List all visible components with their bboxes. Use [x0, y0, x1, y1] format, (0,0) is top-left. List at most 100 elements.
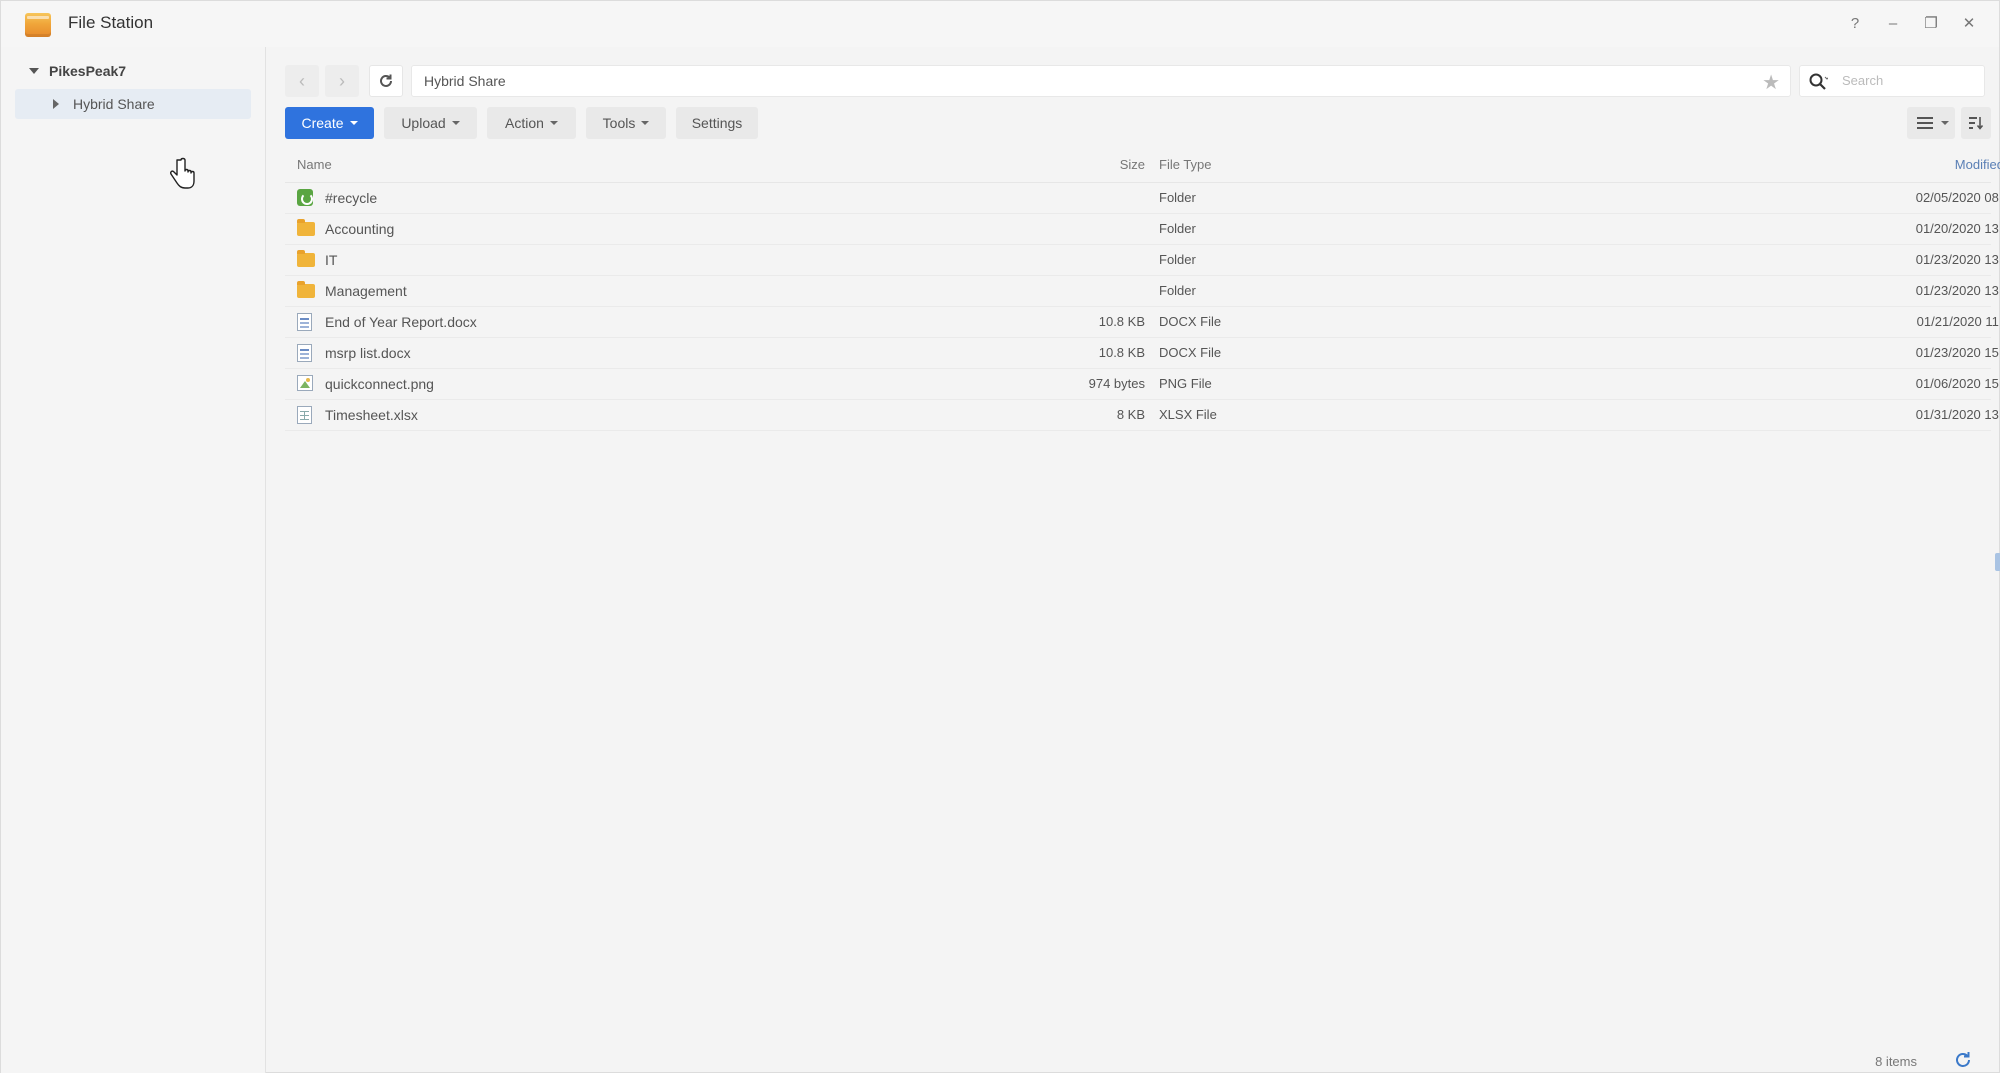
- sort-icon: [1969, 117, 1984, 130]
- file-modified: 01/23/2020 13:06:23: [1915, 283, 2000, 298]
- file-name: Timesheet.xlsx: [325, 407, 418, 423]
- chevron-left-icon: ‹: [299, 70, 305, 91]
- docx-icon: [297, 344, 315, 362]
- create-label: Create: [301, 115, 344, 131]
- file-modified: 01/31/2020 13:46:46: [1915, 407, 2000, 422]
- resize-handle[interactable]: [1995, 553, 2000, 571]
- table-row[interactable]: IT Folder 01/23/2020 13:06:15: [285, 245, 2000, 276]
- column-header-name[interactable]: Name: [297, 157, 332, 172]
- chevron-right-icon: ›: [339, 70, 345, 91]
- file-name: #recycle: [325, 190, 378, 206]
- file-type: Folder: [1159, 283, 1196, 298]
- navigation-bar: ‹ › Hybrid Share ★: [285, 65, 1985, 97]
- file-type: PNG File: [1159, 376, 1212, 391]
- action-button[interactable]: Action: [487, 107, 576, 139]
- sidebar-item-hybrid-share[interactable]: Hybrid Share: [15, 89, 251, 119]
- minimize-button[interactable]: –: [1881, 11, 1905, 35]
- toolbar: Create Upload Action Tools Settings: [285, 107, 1991, 139]
- path-bar[interactable]: Hybrid Share ★: [411, 65, 1791, 97]
- refresh-button[interactable]: [369, 65, 403, 97]
- column-header-modified[interactable]: Modified Date: [1835, 157, 2000, 172]
- forward-button[interactable]: ›: [325, 65, 359, 97]
- close-button[interactable]: ✕: [1957, 11, 1981, 35]
- create-button[interactable]: Create: [285, 107, 374, 139]
- file-size: 8 KB: [1116, 407, 1145, 422]
- sidebar-item-label: Hybrid Share: [73, 96, 155, 112]
- dropdown-caret-icon: [641, 121, 650, 125]
- table-row[interactable]: End of Year Report.docx 10.8 KB DOCX Fil…: [285, 307, 2000, 338]
- table-row[interactable]: Accounting Folder 01/20/2020 13:58:21: [285, 214, 2000, 245]
- main-panel: ‹ › Hybrid Share ★ Search Create Upload …: [267, 47, 2000, 1073]
- table-row[interactable]: Management Folder 01/23/2020 13:06:23: [285, 276, 2000, 307]
- file-name: Management: [325, 283, 407, 299]
- image-icon: [297, 375, 315, 393]
- sort-button[interactable]: [1961, 107, 1991, 139]
- view-mode-button[interactable]: [1907, 107, 1955, 139]
- tree-root-pikespeak7[interactable]: PikesPeak7: [29, 63, 126, 79]
- file-station-app-icon: [25, 13, 51, 37]
- column-header-type[interactable]: File Type: [1159, 157, 1212, 172]
- file-station-window: File Station ? – ❐ ✕ PikesPeak7 Hybrid S…: [0, 0, 2000, 1073]
- file-modified: 02/05/2020 08:20:43: [1915, 190, 2000, 205]
- docx-icon: [297, 313, 315, 331]
- tools-label: Tools: [602, 115, 636, 131]
- file-type: Folder: [1159, 252, 1196, 267]
- favorite-star-icon[interactable]: ★: [1762, 70, 1780, 95]
- refresh-icon: [380, 74, 392, 87]
- file-size: 974 bytes: [1088, 376, 1145, 391]
- spreadsheet-icon: [297, 406, 315, 424]
- file-type: Folder: [1159, 190, 1196, 205]
- upload-button[interactable]: Upload: [384, 107, 477, 139]
- column-header-size[interactable]: Size: [1065, 157, 1145, 172]
- sidebar: PikesPeak7 Hybrid Share: [1, 47, 266, 1073]
- search-input[interactable]: [1842, 73, 1977, 88]
- window-controls: ? – ❐ ✕: [1843, 11, 1981, 35]
- tools-button[interactable]: Tools: [586, 107, 666, 139]
- dropdown-caret-icon: [451, 121, 460, 125]
- file-type: Folder: [1159, 221, 1196, 236]
- recycle-icon: [297, 189, 315, 207]
- file-name: End of Year Report.docx: [325, 314, 477, 330]
- back-button[interactable]: ‹: [285, 65, 319, 97]
- hand-cursor-icon: [170, 157, 195, 189]
- upload-label: Upload: [401, 115, 446, 131]
- file-type: DOCX File: [1159, 314, 1222, 329]
- help-button[interactable]: ?: [1843, 11, 1867, 35]
- restore-button[interactable]: ❐: [1919, 11, 1943, 35]
- dropdown-caret-icon: [549, 121, 558, 125]
- file-name: msrp list.docx: [325, 345, 411, 361]
- caret-down-icon[interactable]: [29, 68, 39, 74]
- table-row[interactable]: #recycle Folder 02/05/2020 08:20:43: [285, 183, 2000, 214]
- file-name: Accounting: [325, 221, 395, 237]
- action-label: Action: [505, 115, 544, 131]
- file-modified: 01/21/2020 11:43:45: [1916, 314, 2000, 329]
- search-box[interactable]: [1799, 65, 1985, 97]
- tree-root-label: PikesPeak7: [49, 63, 127, 79]
- file-size: 10.8 KB: [1098, 345, 1145, 360]
- folder-icon: [297, 281, 315, 300]
- file-name: IT: [325, 252, 338, 268]
- search-icon[interactable]: [1808, 72, 1828, 92]
- dropdown-caret-icon: [349, 121, 358, 125]
- table-header: Name Size File Type Modified Date ⋮: [285, 147, 2000, 183]
- table-row[interactable]: Timesheet.xlsx 8 KB XLSX File 01/31/2020…: [285, 400, 2000, 431]
- file-type: DOCX File: [1159, 345, 1222, 360]
- refresh-icon[interactable]: [1953, 1050, 1973, 1070]
- file-modified: 01/23/2020 15:03:57: [1915, 345, 2000, 360]
- file-name: quickconnect.png: [325, 376, 434, 392]
- folder-icon: [297, 250, 315, 269]
- file-table: Name Size File Type Modified Date ⋮ #rec…: [285, 147, 2000, 431]
- file-modified: 01/20/2020 13:58:21: [1915, 221, 2000, 236]
- item-count: 8 items: [1875, 1054, 1917, 1069]
- file-modified: 01/06/2020 15:16:01: [1915, 376, 2000, 391]
- folder-icon: [297, 219, 315, 238]
- table-row[interactable]: msrp list.docx 10.8 KB DOCX File 01/23/2…: [285, 338, 2000, 369]
- title-bar: File Station ? – ❐ ✕: [1, 1, 1999, 47]
- table-row[interactable]: quickconnect.png 974 bytes PNG File 01/0…: [285, 369, 2000, 400]
- status-footer: 8 items: [267, 1048, 2000, 1073]
- dropdown-caret-icon: [1941, 121, 1949, 125]
- settings-button[interactable]: Settings: [676, 107, 758, 139]
- caret-right-icon[interactable]: [53, 99, 59, 109]
- window-title: File Station: [68, 13, 154, 32]
- settings-label: Settings: [691, 115, 743, 131]
